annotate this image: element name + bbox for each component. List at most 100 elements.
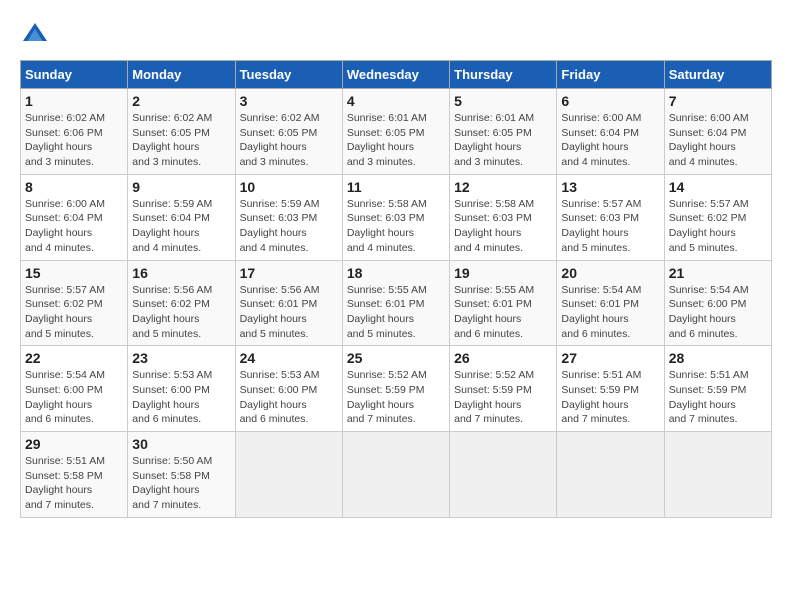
day-info: Sunrise: 6:00 AM Sunset: 6:04 PM Dayligh… [25,197,123,256]
col-header-monday: Monday [128,61,235,89]
day-info: Sunrise: 5:55 AM Sunset: 6:01 PM Dayligh… [454,283,552,342]
day-info: Sunrise: 5:53 AM Sunset: 6:00 PM Dayligh… [240,368,338,427]
day-number: 19 [454,265,552,281]
calendar-cell: 27 Sunrise: 5:51 AM Sunset: 5:59 PM Dayl… [557,346,664,432]
calendar-cell: 24 Sunrise: 5:53 AM Sunset: 6:00 PM Dayl… [235,346,342,432]
day-info: Sunrise: 5:52 AM Sunset: 5:59 PM Dayligh… [347,368,445,427]
day-info: Sunrise: 5:57 AM Sunset: 6:02 PM Dayligh… [669,197,767,256]
day-info: Sunrise: 6:02 AM Sunset: 6:06 PM Dayligh… [25,111,123,170]
day-number: 24 [240,350,338,366]
day-info: Sunrise: 6:00 AM Sunset: 6:04 PM Dayligh… [669,111,767,170]
day-number: 12 [454,179,552,195]
day-number: 23 [132,350,230,366]
day-number: 25 [347,350,445,366]
day-number: 15 [25,265,123,281]
calendar-cell: 12 Sunrise: 5:58 AM Sunset: 6:03 PM Dayl… [450,174,557,260]
day-info: Sunrise: 5:55 AM Sunset: 6:01 PM Dayligh… [347,283,445,342]
calendar-cell [664,432,771,518]
day-number: 14 [669,179,767,195]
calendar-cell: 8 Sunrise: 6:00 AM Sunset: 6:04 PM Dayli… [21,174,128,260]
day-info: Sunrise: 6:01 AM Sunset: 6:05 PM Dayligh… [454,111,552,170]
col-header-saturday: Saturday [664,61,771,89]
calendar-cell: 7 Sunrise: 6:00 AM Sunset: 6:04 PM Dayli… [664,89,771,175]
calendar-cell: 2 Sunrise: 6:02 AM Sunset: 6:05 PM Dayli… [128,89,235,175]
day-number: 13 [561,179,659,195]
calendar-cell [342,432,449,518]
col-header-wednesday: Wednesday [342,61,449,89]
calendar-cell: 15 Sunrise: 5:57 AM Sunset: 6:02 PM Dayl… [21,260,128,346]
day-number: 28 [669,350,767,366]
calendar-cell: 5 Sunrise: 6:01 AM Sunset: 6:05 PM Dayli… [450,89,557,175]
day-number: 27 [561,350,659,366]
day-number: 30 [132,436,230,452]
day-number: 18 [347,265,445,281]
day-number: 3 [240,93,338,109]
day-info: Sunrise: 5:52 AM Sunset: 5:59 PM Dayligh… [454,368,552,427]
col-header-sunday: Sunday [21,61,128,89]
col-header-thursday: Thursday [450,61,557,89]
day-info: Sunrise: 5:58 AM Sunset: 6:03 PM Dayligh… [454,197,552,256]
day-number: 10 [240,179,338,195]
calendar-cell: 9 Sunrise: 5:59 AM Sunset: 6:04 PM Dayli… [128,174,235,260]
day-info: Sunrise: 5:53 AM Sunset: 6:00 PM Dayligh… [132,368,230,427]
day-info: Sunrise: 5:54 AM Sunset: 6:00 PM Dayligh… [669,283,767,342]
day-number: 6 [561,93,659,109]
day-number: 1 [25,93,123,109]
calendar-cell: 18 Sunrise: 5:55 AM Sunset: 6:01 PM Dayl… [342,260,449,346]
calendar-cell: 19 Sunrise: 5:55 AM Sunset: 6:01 PM Dayl… [450,260,557,346]
week-row-2: 8 Sunrise: 6:00 AM Sunset: 6:04 PM Dayli… [21,174,772,260]
day-number: 26 [454,350,552,366]
col-header-tuesday: Tuesday [235,61,342,89]
calendar-cell: 11 Sunrise: 5:58 AM Sunset: 6:03 PM Dayl… [342,174,449,260]
calendar-cell: 13 Sunrise: 5:57 AM Sunset: 6:03 PM Dayl… [557,174,664,260]
day-number: 29 [25,436,123,452]
day-info: Sunrise: 5:51 AM Sunset: 5:59 PM Dayligh… [561,368,659,427]
day-info: Sunrise: 5:56 AM Sunset: 6:01 PM Dayligh… [240,283,338,342]
day-info: Sunrise: 5:51 AM Sunset: 5:58 PM Dayligh… [25,454,123,513]
page-header [20,20,772,50]
day-number: 7 [669,93,767,109]
calendar-cell: 25 Sunrise: 5:52 AM Sunset: 5:59 PM Dayl… [342,346,449,432]
day-number: 11 [347,179,445,195]
day-info: Sunrise: 5:59 AM Sunset: 6:04 PM Dayligh… [132,197,230,256]
calendar-cell: 26 Sunrise: 5:52 AM Sunset: 5:59 PM Dayl… [450,346,557,432]
day-info: Sunrise: 6:01 AM Sunset: 6:05 PM Dayligh… [347,111,445,170]
day-info: Sunrise: 5:56 AM Sunset: 6:02 PM Dayligh… [132,283,230,342]
calendar-table: SundayMondayTuesdayWednesdayThursdayFrid… [20,60,772,518]
week-row-5: 29 Sunrise: 5:51 AM Sunset: 5:58 PM Dayl… [21,432,772,518]
calendar-cell: 6 Sunrise: 6:00 AM Sunset: 6:04 PM Dayli… [557,89,664,175]
day-info: Sunrise: 6:02 AM Sunset: 6:05 PM Dayligh… [132,111,230,170]
logo-icon [20,20,50,50]
calendar-cell: 10 Sunrise: 5:59 AM Sunset: 6:03 PM Dayl… [235,174,342,260]
day-number: 20 [561,265,659,281]
calendar-cell: 4 Sunrise: 6:01 AM Sunset: 6:05 PM Dayli… [342,89,449,175]
day-number: 21 [669,265,767,281]
day-number: 4 [347,93,445,109]
calendar-cell: 14 Sunrise: 5:57 AM Sunset: 6:02 PM Dayl… [664,174,771,260]
calendar-cell [557,432,664,518]
calendar-cell: 20 Sunrise: 5:54 AM Sunset: 6:01 PM Dayl… [557,260,664,346]
day-number: 22 [25,350,123,366]
col-header-friday: Friday [557,61,664,89]
day-info: Sunrise: 5:54 AM Sunset: 6:00 PM Dayligh… [25,368,123,427]
calendar-cell: 3 Sunrise: 6:02 AM Sunset: 6:05 PM Dayli… [235,89,342,175]
day-info: Sunrise: 5:50 AM Sunset: 5:58 PM Dayligh… [132,454,230,513]
calendar-cell [450,432,557,518]
calendar-cell: 29 Sunrise: 5:51 AM Sunset: 5:58 PM Dayl… [21,432,128,518]
day-info: Sunrise: 6:00 AM Sunset: 6:04 PM Dayligh… [561,111,659,170]
day-info: Sunrise: 5:58 AM Sunset: 6:03 PM Dayligh… [347,197,445,256]
day-number: 16 [132,265,230,281]
day-info: Sunrise: 6:02 AM Sunset: 6:05 PM Dayligh… [240,111,338,170]
day-info: Sunrise: 5:57 AM Sunset: 6:02 PM Dayligh… [25,283,123,342]
calendar-cell: 1 Sunrise: 6:02 AM Sunset: 6:06 PM Dayli… [21,89,128,175]
calendar-cell: 22 Sunrise: 5:54 AM Sunset: 6:00 PM Dayl… [21,346,128,432]
day-number: 2 [132,93,230,109]
week-row-4: 22 Sunrise: 5:54 AM Sunset: 6:00 PM Dayl… [21,346,772,432]
calendar-cell: 17 Sunrise: 5:56 AM Sunset: 6:01 PM Dayl… [235,260,342,346]
week-row-1: 1 Sunrise: 6:02 AM Sunset: 6:06 PM Dayli… [21,89,772,175]
day-info: Sunrise: 5:59 AM Sunset: 6:03 PM Dayligh… [240,197,338,256]
day-info: Sunrise: 5:54 AM Sunset: 6:01 PM Dayligh… [561,283,659,342]
day-number: 17 [240,265,338,281]
calendar-cell [235,432,342,518]
calendar-cell: 16 Sunrise: 5:56 AM Sunset: 6:02 PM Dayl… [128,260,235,346]
